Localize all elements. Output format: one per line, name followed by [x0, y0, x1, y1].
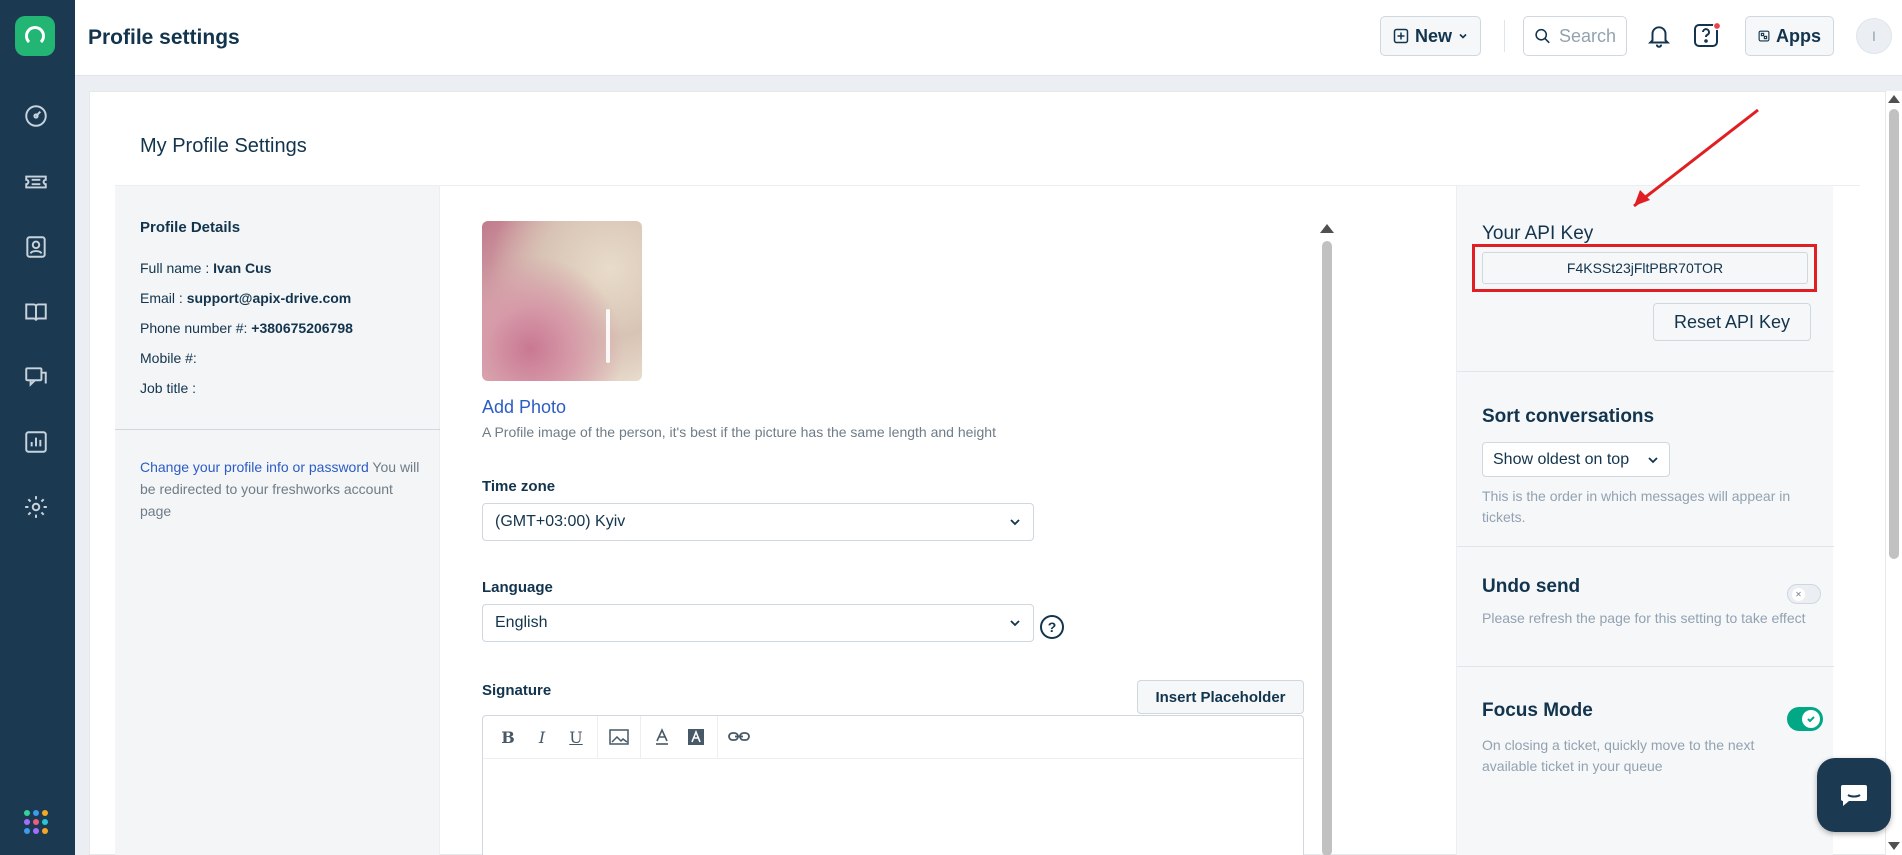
plus-square-icon: [1393, 28, 1409, 44]
apps-button[interactable]: Apps: [1745, 16, 1834, 56]
new-button[interactable]: New: [1380, 16, 1481, 56]
page-scrollbar[interactable]: [1886, 91, 1902, 855]
timezone-label: Time zone: [482, 478, 556, 495]
card-title: My Profile Settings: [140, 135, 307, 157]
section-divider: [1457, 666, 1834, 667]
underline-button[interactable]: U: [559, 722, 593, 752]
language-value: English: [495, 614, 548, 631]
freshdesk-logo-icon[interactable]: [15, 16, 55, 56]
undo-send-heading: Undo send: [1482, 576, 1581, 597]
left-nav-sidebar: [0, 0, 75, 855]
sort-conversations-heading: Sort conversations: [1482, 406, 1655, 427]
mobile-label: Mobile #:: [140, 350, 197, 366]
admin-gear-icon[interactable]: [22, 493, 50, 521]
undo-send-description: Please refresh the page for this setting…: [1482, 610, 1806, 626]
language-label: Language: [482, 579, 553, 596]
new-button-label: New: [1414, 25, 1452, 46]
chat-widget-button[interactable]: [1817, 758, 1891, 832]
job-title-label: Job title :: [140, 380, 197, 396]
forums-icon[interactable]: [22, 363, 50, 391]
api-key-field[interactable]: F4KSSt23jFltPBR70TOR: [1482, 252, 1808, 284]
undo-send-toggle[interactable]: ✕: [1787, 584, 1821, 604]
contacts-icon[interactable]: [22, 233, 50, 261]
chevron-down-icon: [1010, 620, 1020, 627]
chevron-down-icon: [1648, 456, 1658, 463]
sort-value: Show oldest on top: [1493, 450, 1630, 468]
red-arrow-annotation-icon: [1633, 108, 1759, 208]
reset-api-key-button[interactable]: Reset API Key: [1653, 303, 1811, 341]
search-placeholder: Search: [1558, 25, 1616, 46]
focus-mode-description: On closing a ticket, quickly move to the…: [1482, 737, 1755, 774]
change-profile-link[interactable]: Change your profile info or password: [140, 459, 369, 475]
form-scrollbar[interactable]: [1320, 224, 1334, 855]
top-header: Profile settings New Search Apps I: [75, 0, 1902, 76]
profile-divider: [115, 429, 440, 430]
phone-value: +380675206798: [251, 320, 353, 336]
search-input[interactable]: Search: [1523, 16, 1627, 56]
preferences-panel: Your API Key F4KSSt23jFltPBR70TOR Reset …: [1456, 186, 1834, 855]
phone-row: Phone number #: +380675206798: [140, 320, 353, 336]
user-avatar[interactable]: I: [1856, 18, 1892, 54]
profile-details-heading: Profile Details: [140, 219, 241, 236]
full-name-label: Full name :: [140, 260, 210, 276]
toggle-off-knob: ✕: [1792, 588, 1805, 601]
focus-mode-heading: Focus Mode: [1482, 700, 1593, 721]
email-value: support@apix-drive.com: [186, 290, 352, 306]
apps-button-label: Apps: [1776, 25, 1821, 46]
solutions-icon[interactable]: [22, 298, 50, 326]
chevron-down-icon: [1010, 519, 1020, 526]
add-photo-link[interactable]: Add Photo: [482, 397, 566, 418]
search-icon: [1535, 28, 1550, 44]
profile-details-panel: Profile Details Full name : Ivan Cus Ema…: [115, 186, 440, 855]
section-divider: [1457, 371, 1834, 372]
mobile-row: Mobile #:: [140, 350, 197, 366]
signature-editor[interactable]: B I U: [482, 715, 1304, 855]
language-help-icon[interactable]: ?: [1040, 615, 1064, 639]
font-color-icon[interactable]: [645, 722, 679, 752]
timezone-select[interactable]: (GMT+03:00) Kyiv: [482, 503, 1034, 541]
header-divider: [1504, 20, 1505, 52]
job-title-row: Job title :: [140, 380, 196, 396]
email-label: Email :: [140, 290, 183, 306]
editor-toolbar: B I U: [483, 715, 1303, 759]
api-key-label: Your API Key: [1482, 223, 1594, 244]
chat-bubble-icon: [1841, 785, 1867, 806]
bold-button[interactable]: B: [491, 722, 525, 752]
change-profile-note: Change your profile info or password You…: [140, 456, 425, 522]
profile-photo[interactable]: [482, 221, 642, 381]
profile-form: Add Photo A Profile image of the person,…: [440, 186, 1455, 855]
phone-label: Phone number #:: [140, 320, 248, 336]
tickets-icon[interactable]: [22, 168, 50, 196]
language-select[interactable]: English: [482, 604, 1034, 642]
apps-launcher-icon[interactable]: [24, 810, 48, 834]
help-icon[interactable]: [1691, 20, 1723, 52]
sort-conversations-select[interactable]: Show oldest on top: [1482, 442, 1670, 477]
full-name-value: Ivan Cus: [213, 260, 272, 276]
chevron-down-icon: [1459, 33, 1467, 39]
insert-link-icon[interactable]: [722, 722, 756, 752]
apps-icon: [1758, 30, 1770, 42]
insert-placeholder-button[interactable]: Insert Placeholder: [1137, 680, 1304, 714]
background-color-icon[interactable]: [679, 722, 713, 752]
profile-settings-card: My Profile Settings Profile Details Full…: [89, 91, 1886, 855]
full-name-row: Full name : Ivan Cus: [140, 260, 272, 276]
insert-image-icon[interactable]: [602, 722, 636, 752]
photo-hint: A Profile image of the person, it's best…: [482, 424, 996, 440]
email-row: Email : support@apix-drive.com: [140, 290, 351, 306]
sort-description: This is the order in which messages will…: [1482, 488, 1791, 525]
page-title: Profile settings: [88, 26, 240, 49]
notifications-bell-icon[interactable]: [1643, 20, 1675, 52]
italic-button[interactable]: I: [525, 722, 559, 752]
section-divider: [1457, 546, 1834, 547]
analytics-icon[interactable]: [22, 428, 50, 456]
timezone-value: (GMT+03:00) Kyiv: [495, 513, 626, 530]
focus-mode-toggle[interactable]: [1787, 707, 1823, 731]
signature-label: Signature: [482, 682, 552, 699]
dashboard-icon[interactable]: [22, 102, 50, 130]
checkmark-icon: [1802, 710, 1820, 728]
